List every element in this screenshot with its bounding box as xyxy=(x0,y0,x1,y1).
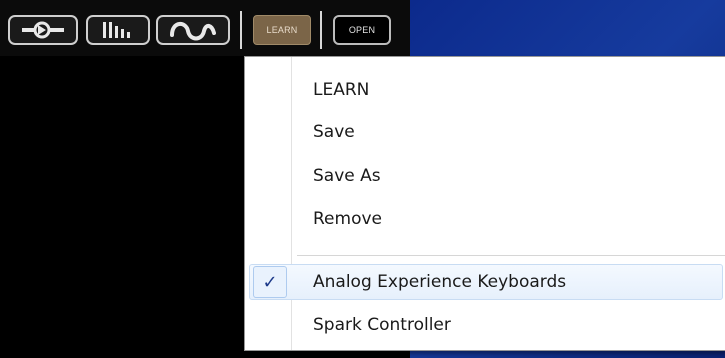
menu-item-label: Save xyxy=(313,122,355,142)
menu-item-learn[interactable]: LEARN xyxy=(245,70,725,110)
menu-item-label: Spark Controller xyxy=(313,315,451,335)
menu-item-analog-experience-keyboards[interactable]: ✓ Analog Experience Keyboards xyxy=(245,262,725,302)
menu-item-label: Remove xyxy=(313,209,382,229)
waveform-button[interactable] xyxy=(156,15,230,45)
menu-item-label: Save As xyxy=(313,166,381,186)
menu-item-label: LEARN xyxy=(313,80,370,100)
toolbar-separator xyxy=(320,11,322,49)
checkmark-icon: ✓ xyxy=(262,271,278,293)
input-button[interactable] xyxy=(8,15,78,45)
menu-separator xyxy=(297,255,725,256)
checkmark-box: ✓ xyxy=(253,266,287,298)
bars-meter-icon xyxy=(103,22,130,38)
input-plug-icon xyxy=(22,21,64,39)
menu-item-remove[interactable]: Remove xyxy=(245,199,725,239)
wave-icon xyxy=(170,22,216,41)
toolbar: LEARN OPEN xyxy=(0,0,410,56)
context-menu: LEARN Save Save As Remove ✓ Analog Exper… xyxy=(244,56,725,351)
learn-button[interactable]: LEARN xyxy=(253,15,311,45)
menu-item-spark-controller[interactable]: Spark Controller xyxy=(245,305,725,345)
menu-item-label: Analog Experience Keyboards xyxy=(313,272,567,292)
menu-item-save[interactable]: Save xyxy=(245,112,725,152)
level-meter-button[interactable] xyxy=(86,15,150,45)
open-button[interactable]: OPEN xyxy=(333,15,391,45)
toolbar-separator xyxy=(240,11,242,49)
menu-item-save-as[interactable]: Save As xyxy=(245,156,725,196)
